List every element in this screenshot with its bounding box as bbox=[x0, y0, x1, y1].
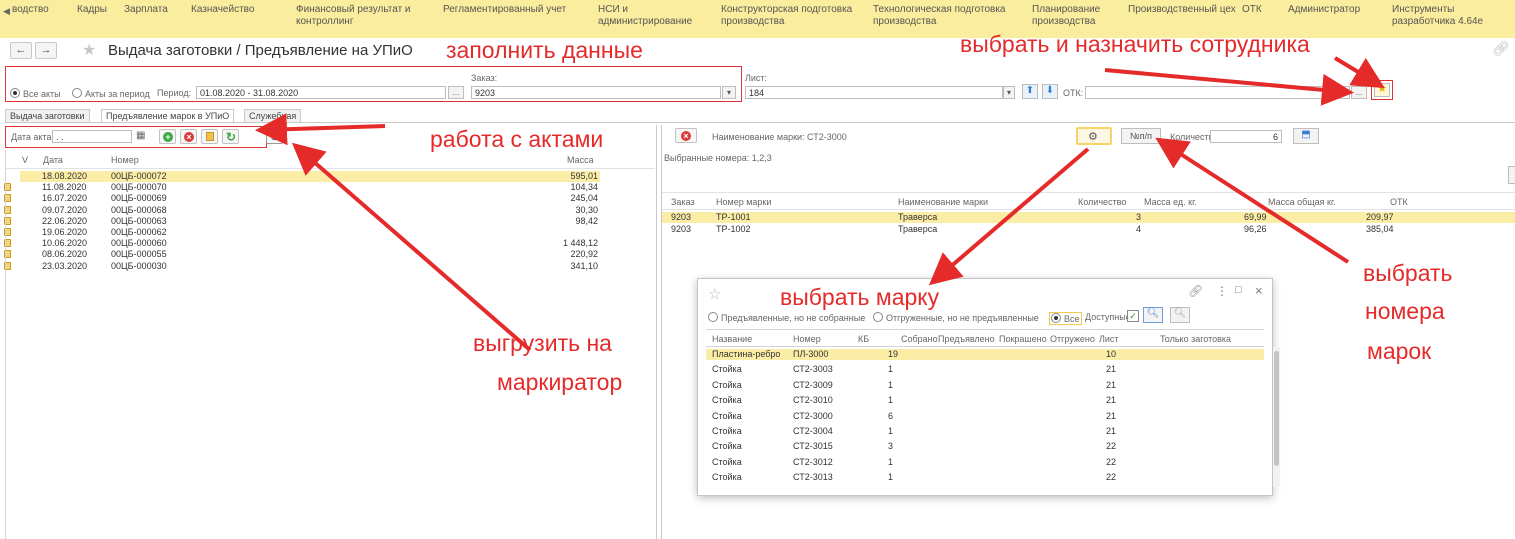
annotation-arrows bbox=[255, 56, 1385, 352]
arrow-to-export-button bbox=[291, 142, 532, 352]
arrow-to-acts-toolbar bbox=[255, 113, 386, 146]
arrow-to-star-button bbox=[1333, 56, 1385, 89]
arrow-to-nn-button bbox=[1155, 137, 1350, 264]
arrow-to-choose-mark bbox=[928, 147, 1090, 286]
arrow-to-otk-button bbox=[1104, 68, 1354, 106]
